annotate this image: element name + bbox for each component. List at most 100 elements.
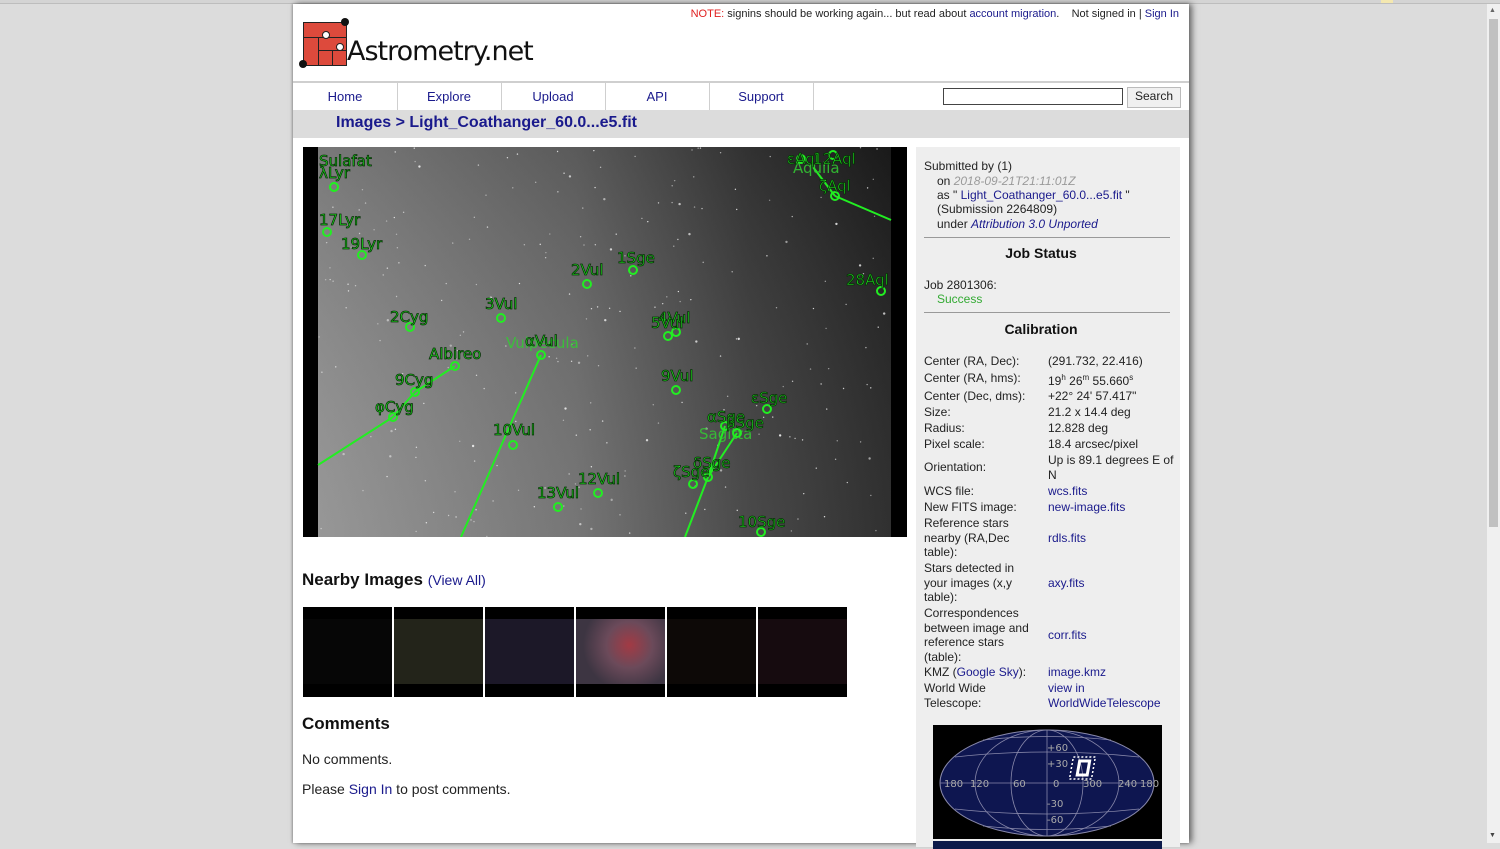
submitted-as: as " Light_Coathanger_60.0...e5.fit " xyxy=(937,188,1130,202)
page-scrollbar[interactable]: ▲ ▼ xyxy=(1487,4,1500,843)
nearby-title-text: Nearby Images xyxy=(302,570,423,589)
star-label: αVul xyxy=(525,332,558,350)
scrollbar-thumb[interactable] xyxy=(1489,19,1498,527)
skymap-lon-label: 180 xyxy=(944,779,963,790)
submission-link[interactable]: (Submission 2264809) xyxy=(937,202,1057,216)
cal-key: Center (RA, Dec): xyxy=(924,354,1020,368)
submission-date: 2018-09-21T21:11:01Z xyxy=(953,174,1076,188)
axy-link[interactable]: axy.fits xyxy=(1048,576,1174,591)
new-fits-link[interactable]: new-image.fits xyxy=(1048,500,1174,515)
star-label: Albireo xyxy=(429,345,481,363)
breadcrumb: Images > Light_Coathanger_60.0...e5.fit xyxy=(293,110,1189,138)
search-input[interactable] xyxy=(943,88,1123,105)
thumbnail-image xyxy=(667,619,756,684)
cal-key: Correspondences between image and refere… xyxy=(924,606,1029,664)
job-status-heading: Job Status xyxy=(1005,245,1077,261)
nearby-thumbnail[interactable] xyxy=(394,607,483,697)
nav-upload[interactable]: Upload xyxy=(501,83,606,110)
google-sky-link[interactable]: Google Sky xyxy=(957,665,1019,679)
to-post-text: to post comments. xyxy=(392,781,511,797)
thumbnail-image xyxy=(485,619,574,684)
logo-icon xyxy=(303,22,347,66)
cal-value: Up is 89.1 degrees E of N xyxy=(1048,453,1174,482)
thumbnail-image xyxy=(303,619,392,684)
cal-key: New FITS image: xyxy=(924,500,1017,514)
site-logo[interactable]: Astrometry.net xyxy=(299,18,534,74)
notice-label: NOTE: xyxy=(690,8,725,20)
job-id: Job 2801306: xyxy=(924,278,997,292)
comments-heading: Comments xyxy=(302,714,390,733)
breadcrumb-separator: > xyxy=(391,114,410,131)
cal-value: 18.4 arcsec/pixel xyxy=(1048,437,1139,451)
cal-key: KMZ (Google Sky): xyxy=(924,665,1027,679)
header-sign-in-link[interactable]: Sign In xyxy=(1145,8,1179,20)
nearby-thumbnail[interactable] xyxy=(667,607,756,697)
rdls-link[interactable]: rdls.fits xyxy=(1048,531,1174,546)
star-label: 9Vul xyxy=(661,367,693,385)
star-label: 13Vul xyxy=(537,484,579,502)
star-label: 12Aql xyxy=(813,150,856,168)
license: under Attribution 3.0 Unported xyxy=(937,217,1098,231)
nearby-thumbnail[interactable] xyxy=(758,607,847,697)
cal-key: WCS file: xyxy=(924,484,975,498)
cal-value: 21.2 x 14.4 deg xyxy=(1048,405,1131,419)
scroll-up-icon[interactable]: ▲ xyxy=(1489,7,1496,14)
skymap-lat-label: 0 xyxy=(1053,779,1059,790)
nearby-thumbnail[interactable] xyxy=(485,607,574,697)
cal-key: Radius: xyxy=(924,421,965,435)
comment-sign-in-link[interactable]: Sign In xyxy=(349,781,393,797)
star-label: 10Vul xyxy=(493,421,535,439)
skymap-lon-label: 180 xyxy=(1140,779,1159,790)
star-label: 19Lyr xyxy=(341,235,383,253)
breadcrumb-images[interactable]: Images xyxy=(336,114,391,131)
site-notice: NOTE: signins should be working again...… xyxy=(691,8,1179,20)
thumbnail-image xyxy=(394,619,483,684)
kmz-link[interactable]: image.kmz xyxy=(1048,665,1174,680)
star-label: ζAql xyxy=(819,177,851,195)
cal-value-hms: 19h 26m 55.660s xyxy=(1048,373,1134,388)
wcs-file-link[interactable]: wcs.fits xyxy=(1048,484,1174,499)
cal-key: Center (RA, hms): xyxy=(924,371,1021,385)
cal-key: Center (Dec, dms): xyxy=(924,389,1026,403)
as-label: as " xyxy=(937,188,961,202)
star-label: 12Vul xyxy=(578,470,620,488)
account-migration-link[interactable]: account migration xyxy=(969,8,1056,20)
skymap-lat-label: +60 xyxy=(1047,743,1068,754)
skymap-lon-label: 300 xyxy=(1083,779,1102,790)
filename-link[interactable]: Light_Coathanger_60.0...e5.fit xyxy=(961,188,1122,202)
cal-value: +22° 24' 57.417" xyxy=(1048,389,1137,403)
job-status: Success xyxy=(937,292,983,306)
calibration-heading: Calibration xyxy=(1004,321,1078,337)
nearby-thumbnail[interactable] xyxy=(303,607,392,697)
notice-end: . xyxy=(1056,8,1060,20)
cal-key: Reference stars nearby (RA,Dec table): xyxy=(924,516,1010,559)
star-label: 3Vul xyxy=(485,295,517,313)
skymap-lon-label: 240 xyxy=(1118,779,1137,790)
on-label: on xyxy=(937,174,954,188)
breadcrumb-current[interactable]: Light_Coathanger_60.0...e5.fit xyxy=(409,114,637,131)
skymap-lat-label: +30 xyxy=(1047,759,1068,770)
star-label: βSge xyxy=(726,414,764,432)
logo-dot-icon xyxy=(299,60,307,68)
under-label: under xyxy=(937,217,972,231)
star-label: ζSge xyxy=(673,463,709,481)
star-label: 28Aql xyxy=(846,271,889,289)
browser-indicator xyxy=(1381,0,1393,3)
cal-key: Pixel scale: xyxy=(924,437,985,451)
cal-key: Stars detected in your images (x,y table… xyxy=(924,561,1015,604)
notice-text: signins should be working again... but r… xyxy=(724,8,970,20)
wwt-link[interactable]: view in WorldWideTelescope xyxy=(1048,681,1173,710)
submitted-on: on 2018-09-21T21:11:01Z xyxy=(937,174,1076,188)
scroll-down-icon[interactable]: ▼ xyxy=(1489,832,1496,839)
star-label: φCyg xyxy=(375,398,414,416)
nav-support[interactable]: Support xyxy=(709,83,814,110)
nav-api[interactable]: API xyxy=(605,83,710,110)
view-all-link[interactable]: View All xyxy=(432,572,481,588)
nav-home[interactable]: Home xyxy=(293,83,398,110)
nearby-thumbnail[interactable] xyxy=(576,607,665,697)
nav-explore[interactable]: Explore xyxy=(397,83,502,110)
annotated-sky-image[interactable]: Vulpecula Sagitta Aquila Sulafat λLyr 17Lyr 1… xyxy=(303,147,907,537)
search-button[interactable]: Search xyxy=(1127,87,1181,108)
corr-link[interactable]: corr.fits xyxy=(1048,628,1174,643)
license-link[interactable]: Attribution 3.0 Unported xyxy=(971,217,1098,231)
